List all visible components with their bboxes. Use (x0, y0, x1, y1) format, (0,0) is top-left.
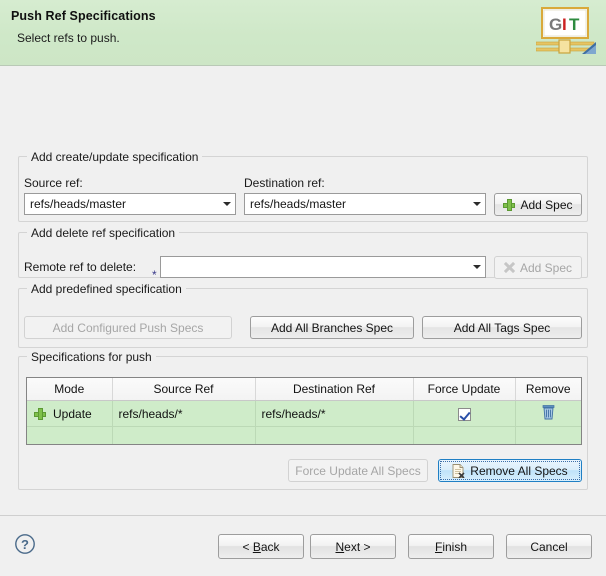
add-all-tags-spec-label: Add All Tags Spec (453, 320, 551, 335)
destination-ref-value: refs/heads/master (250, 197, 347, 211)
svg-text:G: G (549, 15, 562, 34)
source-ref-combo[interactable]: refs/heads/master (24, 193, 236, 215)
trash-icon[interactable] (542, 404, 555, 423)
plus-icon (34, 407, 46, 420)
add-spec-create-update-button[interactable]: Add Spec (494, 193, 582, 216)
cell-remove (515, 426, 581, 444)
svg-text:?: ? (21, 537, 29, 552)
column-header-mode[interactable]: Mode (27, 378, 113, 401)
group-title-specs: Specifications for push (27, 350, 156, 364)
source-ref-label: Source ref: (24, 176, 83, 190)
cell-source-ref: refs/heads/* (112, 400, 256, 427)
destination-ref-label: Destination ref: (244, 176, 325, 190)
plus-icon (503, 198, 516, 211)
cell-destination-ref (255, 426, 414, 444)
add-configured-push-specs-label: Add Configured Push Specs (52, 320, 204, 335)
cancel-button-label: Cancel (530, 539, 568, 554)
next-button[interactable]: Next > (310, 534, 396, 559)
add-all-tags-spec-button[interactable]: Add All Tags Spec (422, 316, 582, 339)
add-spec-delete-label: Add Spec (519, 260, 573, 275)
required-marker: * (152, 268, 157, 282)
add-configured-push-specs-button[interactable]: Add Configured Push Specs (24, 316, 232, 339)
remote-ref-label: Remote ref to delete: (24, 260, 137, 274)
column-header-force-update[interactable]: Force Update (413, 378, 516, 401)
group-title-create-update: Add create/update specification (27, 150, 203, 164)
source-ref-value: refs/heads/master (30, 197, 127, 211)
finish-button[interactable]: Finish (408, 534, 494, 559)
page-subtitle: Select refs to push. (17, 31, 120, 45)
chevron-down-icon[interactable] (218, 194, 235, 214)
cell-mode: Update (27, 400, 113, 427)
column-header-source-ref[interactable]: Source Ref (112, 378, 256, 401)
svg-text:T: T (569, 15, 580, 34)
cell-force-update[interactable] (413, 400, 516, 427)
dialog-footer: ? < Back Next > Finish Cancel (0, 515, 606, 575)
remove-all-specs-button[interactable]: Remove All Specs (438, 459, 582, 482)
close-x-icon (504, 262, 515, 273)
force-update-all-specs-label: Force Update All Specs (295, 463, 421, 478)
git-logo-icon: G I T (535, 4, 598, 62)
add-all-branches-spec-button[interactable]: Add All Branches Spec (250, 316, 414, 339)
group-title-predefined: Add predefined specification (27, 282, 186, 296)
finish-button-label: Finish (434, 539, 468, 554)
next-button-label: Next > (335, 539, 371, 554)
force-update-checkbox[interactable] (457, 407, 471, 421)
remote-ref-combo[interactable] (160, 256, 486, 278)
cell-destination-ref: refs/heads/* (255, 400, 414, 427)
cell-source-ref (112, 426, 256, 444)
add-spec-create-update-label: Add Spec (520, 197, 573, 212)
table-row[interactable] (27, 426, 581, 444)
help-question-icon[interactable]: ? (14, 533, 36, 558)
back-button-label: < Back (242, 539, 280, 554)
svg-text:I: I (562, 15, 567, 34)
add-spec-delete-button[interactable]: Add Spec (494, 256, 582, 279)
dialog-body: Add create/update specification Source r… (0, 66, 606, 515)
specifications-table[interactable]: Mode Source Ref Destination Ref Force Up… (26, 377, 582, 445)
table-row[interactable]: Update refs/heads/* refs/heads/* (27, 400, 581, 427)
chevron-down-icon[interactable] (468, 257, 485, 277)
wizard-header: Push Ref Specifications Select refs to p… (0, 0, 606, 66)
chevron-down-icon[interactable] (468, 194, 485, 214)
remove-all-specs-label: Remove All Specs (470, 463, 568, 478)
cell-remove[interactable] (515, 400, 581, 427)
add-all-branches-spec-label: Add All Branches Spec (270, 320, 394, 335)
back-button[interactable]: < Back (218, 534, 304, 559)
column-header-destination-ref[interactable]: Destination Ref (255, 378, 414, 401)
column-header-remove[interactable]: Remove (515, 378, 581, 401)
cell-force-update (413, 426, 516, 444)
force-update-all-specs-button[interactable]: Force Update All Specs (288, 459, 428, 482)
remove-all-specs-icon (452, 463, 465, 478)
cell-mode (27, 426, 113, 444)
page-title: Push Ref Specifications (11, 9, 156, 23)
group-title-delete-ref: Add delete ref specification (27, 226, 180, 240)
table-header-row: Mode Source Ref Destination Ref Force Up… (27, 378, 581, 401)
destination-ref-combo[interactable]: refs/heads/master (244, 193, 486, 215)
cancel-button[interactable]: Cancel (506, 534, 592, 559)
mode-value: Update (53, 406, 92, 421)
